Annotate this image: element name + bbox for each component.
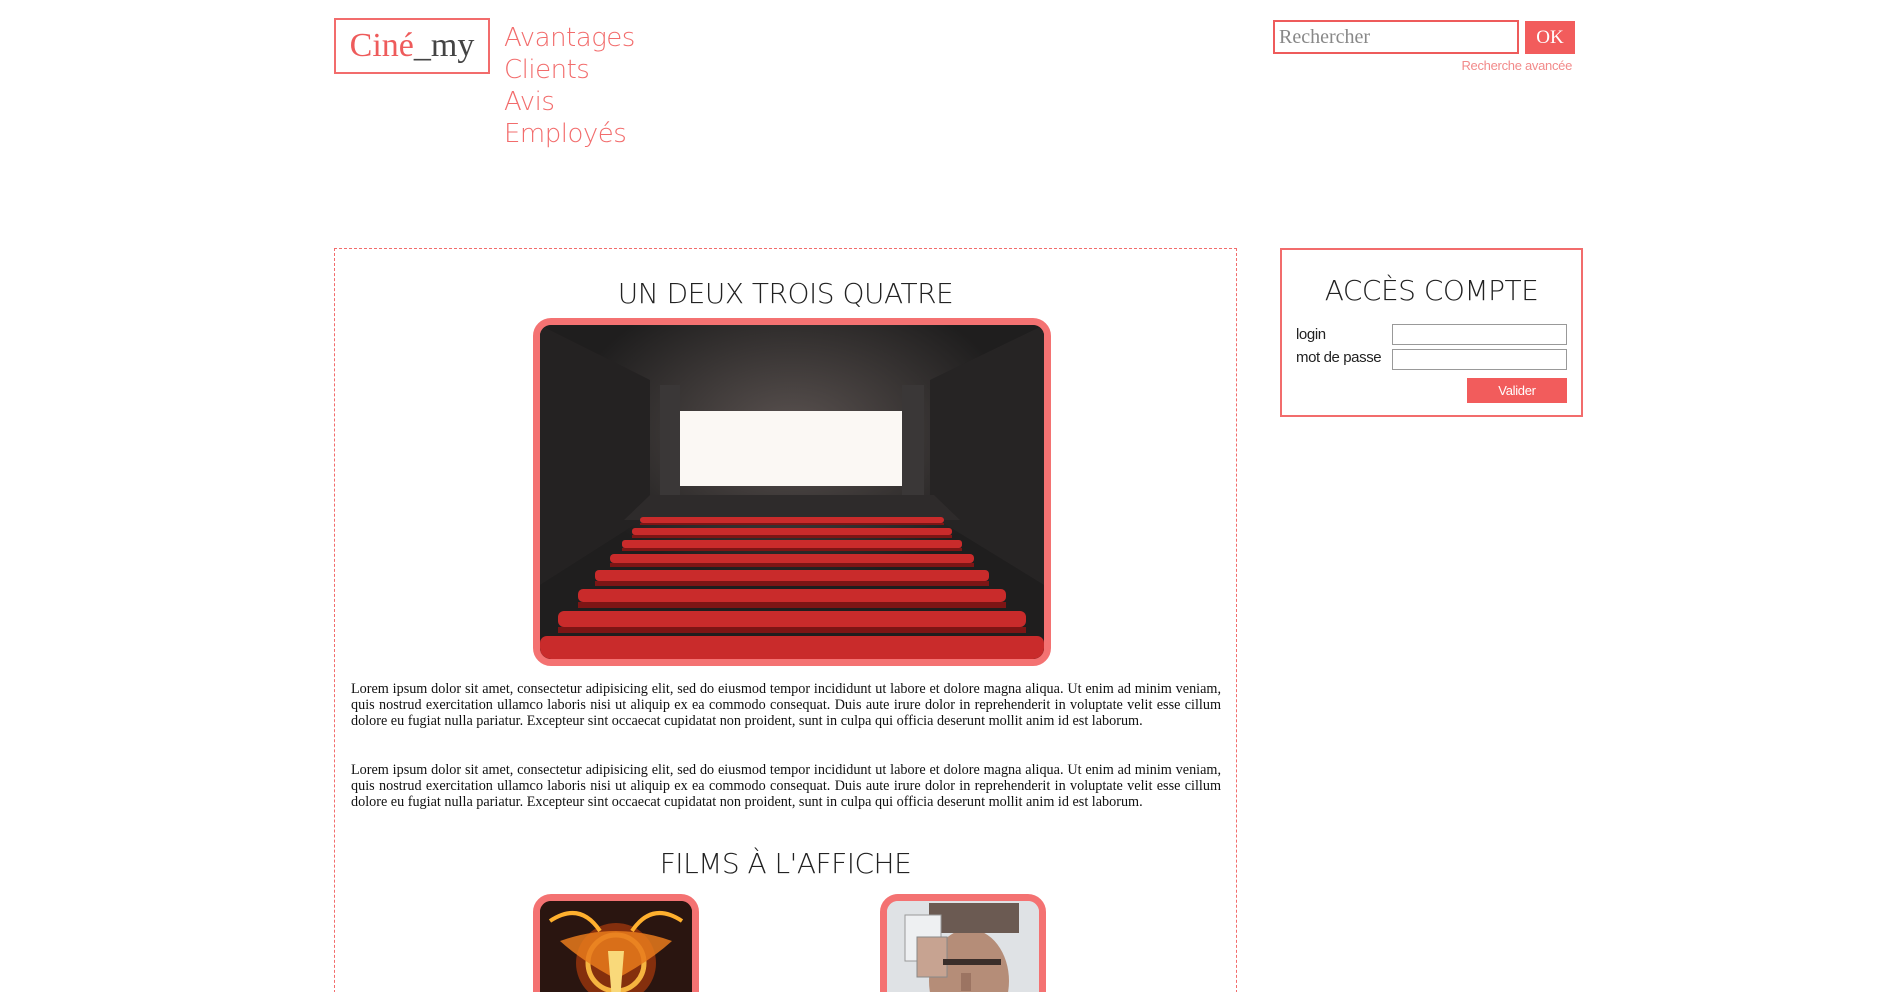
search-input[interactable] bbox=[1273, 20, 1519, 54]
nav-item-clients[interactable]: Clients bbox=[504, 54, 635, 86]
flaming-bird-poster-icon bbox=[540, 901, 692, 992]
film-poster-1[interactable] bbox=[533, 894, 699, 992]
main-content: UN DEUX TROIS QUATRE Lorem ipsum dolor s… bbox=[334, 248, 1237, 992]
logo-part-1: Ciné bbox=[349, 27, 414, 64]
login-input[interactable] bbox=[1392, 324, 1567, 345]
nav-item-employes[interactable]: Employés bbox=[504, 118, 635, 150]
password-input[interactable] bbox=[1392, 349, 1567, 370]
site-logo[interactable]: Ciné_my bbox=[334, 18, 490, 74]
password-label: mot de passe bbox=[1296, 349, 1382, 366]
nav-item-avis[interactable]: Avis bbox=[504, 86, 635, 118]
nav-item-avantages[interactable]: Avantages bbox=[504, 22, 635, 54]
login-label: login bbox=[1296, 326, 1326, 343]
submit-login-button[interactable]: Valider bbox=[1467, 378, 1567, 403]
film-poster-2[interactable] bbox=[880, 894, 1046, 992]
section-title: UN DEUX TROIS QUATRE bbox=[617, 277, 954, 310]
portrait-poster-icon bbox=[887, 901, 1039, 992]
account-title: ACCÈS COMPTE bbox=[1324, 274, 1539, 307]
main-nav: Avantages Clients Avis Employés bbox=[504, 22, 635, 150]
body-paragraph-1: Lorem ipsum dolor sit amet, consectetur … bbox=[351, 681, 1221, 730]
advanced-search-link[interactable]: Recherche avancée bbox=[1461, 58, 1572, 73]
logo-part-2: _my bbox=[413, 27, 475, 64]
search-button[interactable]: OK bbox=[1525, 21, 1575, 54]
account-panel: ACCÈS COMPTE login mot de passe Valider bbox=[1280, 248, 1583, 417]
cinema-hall-image bbox=[533, 318, 1051, 666]
films-section-title: FILMS À L'AFFICHE bbox=[659, 847, 912, 880]
body-paragraph-2: Lorem ipsum dolor sit amet, consectetur … bbox=[351, 762, 1221, 811]
